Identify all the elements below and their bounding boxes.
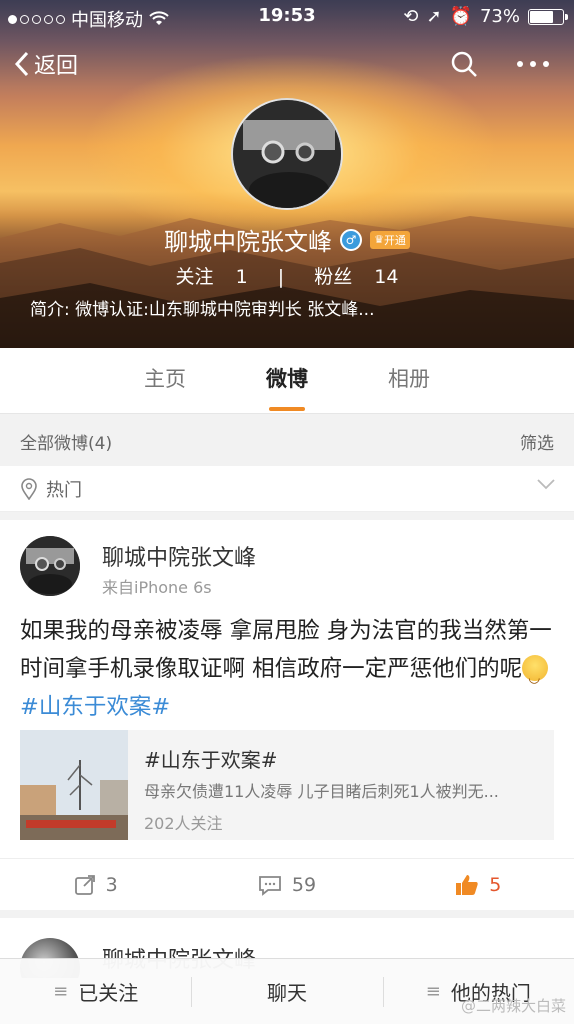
chevron-down-icon [537,479,555,490]
battery-icon [528,8,568,25]
topic-card[interactable]: #山东于欢案# 母亲欠债遭11人凌辱 儿子目睹后刺死1人被判无... 202人关… [20,730,554,840]
post-actions: 3 59 5 [0,858,574,910]
crown-icon: ♛ [374,233,384,246]
post-hashtag[interactable]: #山东于欢案# [20,694,170,720]
hot-row[interactable]: 热门 [0,466,574,512]
topic-thumbnail [20,730,128,840]
smile-emoji-icon [522,655,549,697]
search-icon[interactable] [450,50,478,78]
followers-stat[interactable]: 粉丝 14 [306,266,406,288]
post-source: 来自iPhone 6s [102,578,212,597]
watermark: @二两辣大白菜 [460,997,566,1015]
nav-bar: 返回 [0,42,574,88]
gender-male-icon: ♂ [340,228,363,251]
following-stat[interactable]: 关注 1 [168,266,256,288]
more-icon[interactable] [516,60,550,68]
comment-icon [258,875,281,896]
filter-row: 全部微博(4) 筛选 [0,414,574,466]
avatar-image [233,100,341,208]
comment-button[interactable]: 59 [191,859,382,910]
post-card[interactable]: 聊城中院张文峰 来自iPhone 6s 如果我的母亲被凌辱 拿屌甩脸 身为法官的… [0,520,574,910]
thumbs-up-icon [456,874,478,895]
back-button[interactable]: 返回 [14,48,78,80]
post-avatar[interactable] [20,536,80,596]
tab-album[interactable]: 相册 [388,363,430,399]
profile-tabs: 主页 微博 相册 [0,348,574,414]
status-bar: 中国移动 19:53 ⟲ ➚ ⏰ 73% [0,0,574,34]
filter-button[interactable]: 筛选 [520,429,554,454]
back-label: 返回 [34,54,79,79]
battery-percent: 73% [479,6,520,27]
vip-badge[interactable]: ♛ 开通 [370,230,410,249]
tab-home[interactable]: 主页 [144,363,186,399]
repost-count: 3 [105,873,118,896]
menu-lines-icon: ≡ [53,981,69,1002]
hot-label: 热门 [46,480,82,501]
post-text: 如果我的母亲被凌辱 拿屌甩脸 身为法官的我当然第一时间拿手机录像取证啊 相信政府… [20,612,554,726]
location-pin-icon [21,478,37,500]
orientation-lock-icon: ⟲ [403,6,419,27]
like-button[interactable]: 5 [383,859,574,910]
topic-followers: 202人关注 [144,814,223,833]
location-icon: ➚ [426,6,442,27]
avatar-image [20,536,80,596]
share-icon [74,874,95,895]
topic-description: 母亲欠债遭11人凌辱 儿子目睹后刺死1人被判无... [144,782,499,801]
chat-label: 聊天 [266,981,307,1005]
post-author[interactable]: 聊城中院张文峰 [102,540,256,572]
chat-button[interactable]: 聊天 [191,959,382,1024]
profile-bio[interactable]: 简介: 微博认证:山东聊城中院审判长 张文峰... [30,295,554,320]
comment-count: 59 [291,873,317,896]
followed-label: 已关注 [78,981,139,1005]
like-count: 5 [489,873,502,896]
profile-header: 中国移动 19:53 ⟲ ➚ ⏰ 73% 返回 聊城中院张文峰 ♂ ♛ 开通 关… [0,0,574,348]
profile-stats: 关注 1 | 粉丝 14 [0,262,574,289]
chevron-left-icon [14,51,29,77]
repost-button[interactable]: 3 [0,859,191,910]
menu-lines-icon: ≡ [425,981,441,1002]
topic-title: #山东于欢案# [144,748,278,772]
followed-button[interactable]: ≡ 已关注 [0,959,191,1024]
tab-weibo[interactable]: 微博 [266,363,308,399]
profile-name-row: 聊城中院张文峰 ♂ ♛ 开通 [0,222,574,257]
profile-name: 聊城中院张文峰 [164,228,333,256]
avatar[interactable] [231,98,343,210]
alarm-icon: ⏰ [449,6,472,27]
all-posts-label: 全部微博(4) [20,434,113,454]
topic-image [20,730,128,840]
